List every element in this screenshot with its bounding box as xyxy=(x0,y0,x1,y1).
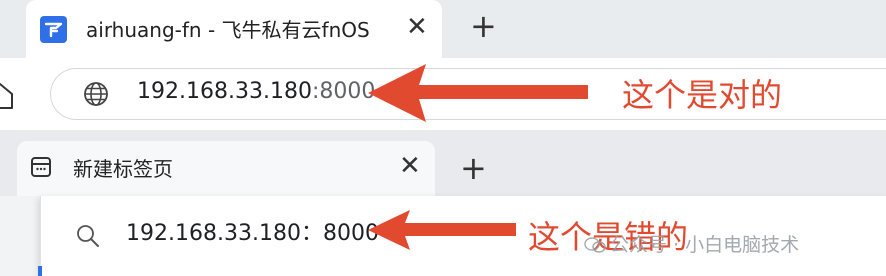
fnos-logo-icon xyxy=(40,16,67,43)
url-text-top[interactable]: 192.168.33.180:8000 xyxy=(137,78,375,106)
annotation-correct: 这个是对的 xyxy=(622,76,783,114)
home-icon[interactable] xyxy=(0,80,16,110)
watermark-text: 公众号 · 小白电脑技术 xyxy=(610,234,800,256)
close-tab-icon[interactable]: ✕ xyxy=(406,12,428,42)
wechat-logo-icon xyxy=(584,237,606,253)
arrow-wrong xyxy=(368,210,516,250)
close-tab-icon[interactable]: ✕ xyxy=(399,151,421,181)
active-tab-new-tab[interactable]: 新建标签页 ✕ xyxy=(17,141,435,197)
focus-edge xyxy=(38,266,42,276)
new-tab-plus-icon[interactable]: + xyxy=(470,8,497,44)
arrow-correct xyxy=(368,64,588,122)
search-icon xyxy=(77,225,99,247)
url-host: 192.168.33.180 xyxy=(137,79,312,104)
tab-title-new-tab: 新建标签页 xyxy=(73,157,173,181)
new-tab-plus-icon[interactable]: + xyxy=(460,150,487,186)
new-tab-page-icon xyxy=(31,157,51,177)
tab-title: airhuang-fn - 飞牛私有云fnOS xyxy=(86,18,370,42)
watermark: 公众号 · 小白电脑技术 xyxy=(584,230,799,257)
active-tab-fnos[interactable]: airhuang-fn - 飞牛私有云fnOS ✕ xyxy=(26,0,442,58)
globe-icon xyxy=(84,82,108,106)
url-text-bottom[interactable]: 192.168.33.180：8000 xyxy=(126,220,379,248)
